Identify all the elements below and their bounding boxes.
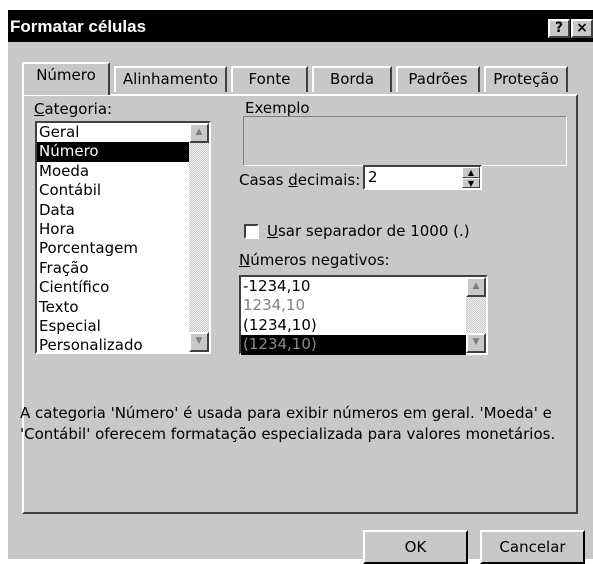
category-item[interactable]: Porcentagem: [37, 239, 189, 258]
tab-borda[interactable]: Borda: [312, 66, 392, 92]
category-list: Geral Número Moeda Contábil Data Hora Porcenta…: [37, 123, 209, 356]
category-item[interactable]: Número: [37, 142, 189, 162]
tab-padroes[interactable]: Padrões: [396, 66, 480, 92]
decimal-places-label: Casas decimais:: [239, 171, 361, 189]
negative-scrollbar[interactable]: ▲ ▼: [466, 277, 486, 353]
category-item[interactable]: Especial: [37, 317, 189, 336]
tab-alinhamento[interactable]: Alinhamento: [114, 66, 227, 92]
close-icon[interactable]: ×: [571, 19, 593, 38]
title-bar[interactable]: Formatar células ? ×: [8, 10, 593, 42]
category-listbox[interactable]: Geral Número Moeda Contábil Data Hora Porcenta…: [35, 121, 211, 354]
scroll-down-icon[interactable]: ▼: [466, 333, 486, 353]
spin-up-icon[interactable]: ▲: [462, 167, 480, 178]
negative-format-item[interactable]: (1234,10): [241, 335, 466, 355]
negative-format-item[interactable]: -1234,10: [241, 277, 466, 296]
category-description: A categoria 'Número' é usada para exibir…: [20, 404, 556, 443]
scroll-down-icon[interactable]: ▼: [189, 332, 209, 352]
negative-numbers-list: -1234,10 1234,10 (1234,10) (1234,10): [241, 277, 486, 355]
category-item[interactable]: Contábil: [37, 181, 189, 200]
scroll-up-icon[interactable]: ▲: [466, 277, 486, 297]
example-label: Exemplo: [243, 99, 312, 117]
thousand-separator-label[interactable]: Usar separador de 1000 (.): [267, 222, 470, 240]
category-item[interactable]: Hora: [37, 220, 189, 239]
scroll-up-icon[interactable]: ▲: [189, 123, 209, 143]
negative-numbers-listbox[interactable]: -1234,10 1234,10 (1234,10) (1234,10) ▲ ▼: [239, 275, 488, 355]
decimal-places-spinner[interactable]: 2 ▲ ▼: [363, 165, 482, 190]
negative-format-item[interactable]: (1234,10): [241, 316, 466, 335]
spin-down-icon[interactable]: ▼: [462, 177, 480, 188]
category-item[interactable]: Científico: [37, 278, 189, 297]
negative-numbers-label: Números negativos:: [239, 251, 390, 269]
example-preview: [243, 116, 567, 166]
format-cells-dialog: Formatar células ? × Número Alinhamento …: [6, 8, 593, 564]
tab-numero[interactable]: Número: [22, 62, 110, 95]
category-scrollbar[interactable]: ▲ ▼: [189, 123, 209, 352]
window-title: Formatar células: [10, 17, 147, 36]
category-item[interactable]: Geral: [37, 123, 189, 142]
category-item[interactable]: Personalizado: [37, 336, 189, 355]
category-item[interactable]: Texto: [37, 298, 189, 317]
tab-fonte[interactable]: Fonte: [231, 66, 308, 92]
thousand-separator-checkbox[interactable]: [244, 224, 259, 239]
category-item[interactable]: Moeda: [37, 162, 189, 181]
decimal-spin-buttons: ▲ ▼: [462, 167, 480, 188]
category-label: Categoria:: [34, 100, 113, 118]
example-group: Exemplo: [239, 99, 567, 166]
tab-protecao[interactable]: Proteção: [484, 66, 568, 92]
decimal-places-value[interactable]: 2: [368, 168, 378, 186]
negative-format-item[interactable]: 1234,10: [241, 296, 466, 315]
category-item[interactable]: Data: [37, 201, 189, 220]
help-icon[interactable]: ?: [548, 19, 570, 38]
category-item[interactable]: Fração: [37, 259, 189, 278]
